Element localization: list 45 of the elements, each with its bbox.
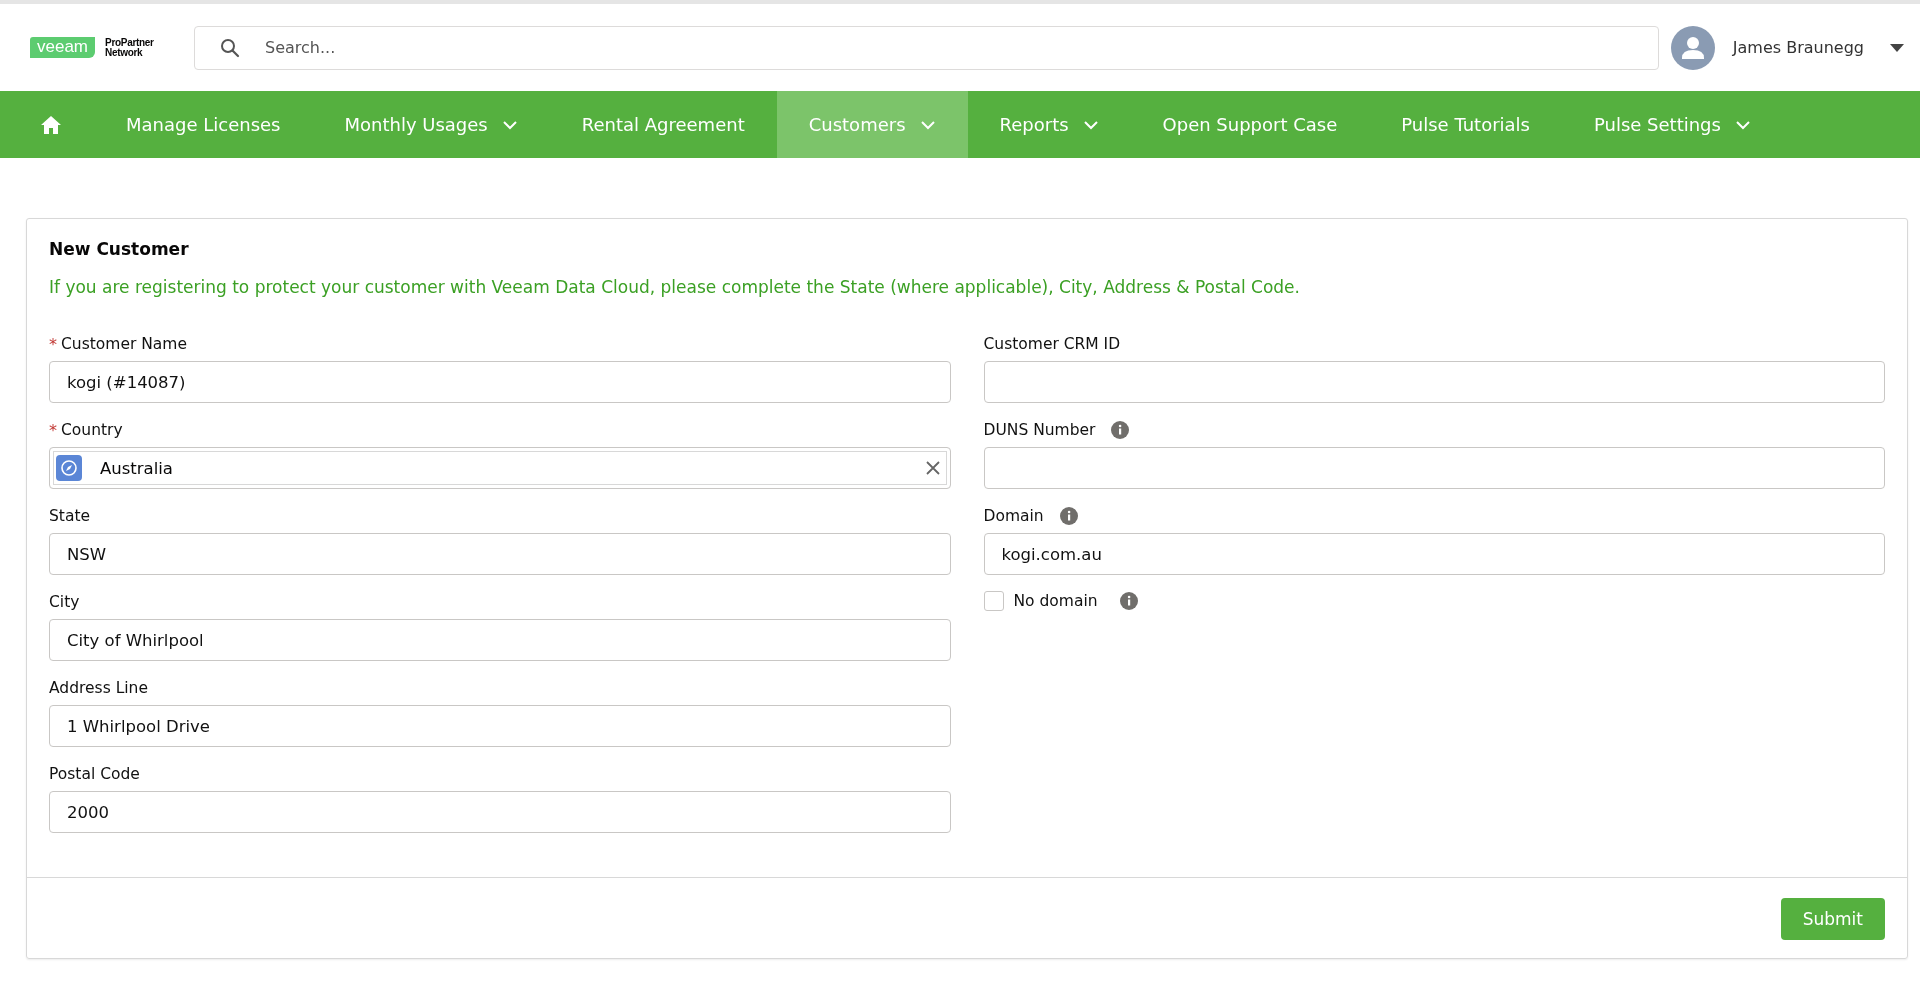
text-input[interactable]: kogi.com.au	[983, 533, 1885, 575]
close-icon[interactable]	[925, 461, 940, 475]
text-input[interactable]: NSW	[49, 533, 951, 575]
search-field[interactable]: Search...	[194, 25, 1659, 70]
field-label: Customer Name	[61, 335, 187, 353]
checkbox-label: No domain	[1013, 592, 1098, 610]
avatar-icon[interactable]	[1670, 25, 1715, 70]
nav-tab[interactable]: Pulse Settings	[1561, 91, 1783, 158]
lookup-field[interactable]: Australia	[49, 447, 951, 489]
submit-button[interactable]: Submit	[1780, 898, 1885, 940]
required-mark: *	[49, 334, 57, 354]
field-label: Postal Code	[49, 765, 140, 783]
text-input[interactable]: 1 Whirlpool Drive	[49, 705, 951, 747]
text-input[interactable]	[983, 361, 1885, 403]
nav-tab[interactable]: Manage Licenses	[94, 91, 313, 158]
nav-tab[interactable]: Customers	[776, 91, 968, 158]
nav-tab[interactable]: Reports	[967, 91, 1131, 158]
info-icon[interactable]	[1119, 592, 1138, 610]
user-name[interactable]: James Braunegg	[1732, 38, 1864, 57]
field-label: DUNS Number	[983, 421, 1096, 439]
logo-tagline: ProPartner Network	[105, 37, 154, 58]
text-input[interactable]: 2000	[49, 791, 951, 833]
form-title: New Customer	[49, 239, 190, 259]
notice-text: If you are registering to protect your customer with Veeam Data Cloud, please complete the State (where applicable), City, Address & Postal Code.	[49, 277, 1301, 297]
field-label: Domain	[983, 507, 1044, 525]
nav-tab[interactable]: Monthly Usages	[312, 91, 550, 158]
info-icon[interactable]	[1111, 421, 1130, 439]
field-label: Customer CRM ID	[983, 335, 1121, 353]
caret-icon[interactable]	[1890, 43, 1904, 52]
field-label: City	[49, 593, 80, 611]
field-label: State	[49, 507, 91, 525]
compass-icon	[56, 455, 82, 481]
home-icon[interactable]	[40, 113, 62, 136]
required-mark: *	[49, 420, 57, 440]
info-icon[interactable]	[1059, 507, 1078, 525]
field-label: Country	[61, 421, 123, 439]
text-input[interactable]: City of Whirlpool	[49, 619, 951, 661]
nav-tab[interactable]: Rental Agreement	[549, 91, 777, 158]
text-input[interactable]: kogi (#14087)	[49, 361, 951, 403]
checkbox[interactable]	[983, 591, 1004, 611]
text-input[interactable]	[983, 447, 1885, 489]
brand-logo: veeam	[30, 37, 96, 58]
field-label: Address Line	[49, 679, 148, 697]
nav-tab[interactable]: Pulse Tutorials	[1369, 91, 1562, 158]
nav-tab[interactable]: Open Support Case	[1130, 91, 1370, 158]
